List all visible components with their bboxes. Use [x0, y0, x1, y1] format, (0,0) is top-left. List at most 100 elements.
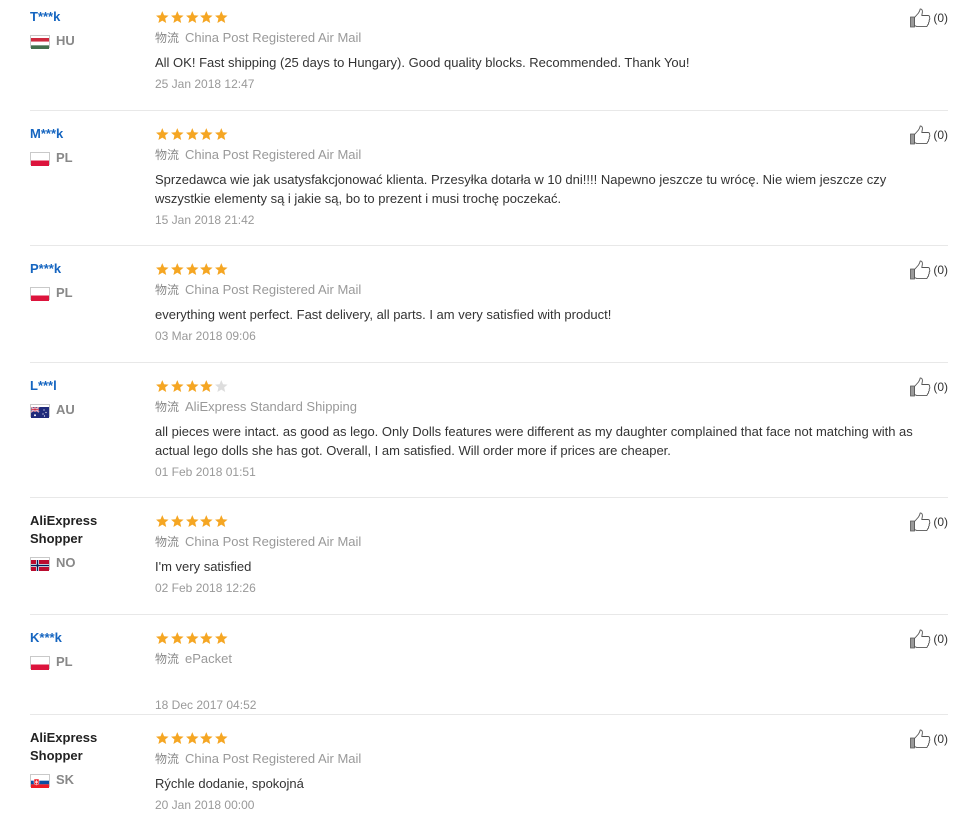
divider: [30, 614, 948, 615]
thumbs-up-icon: [909, 512, 931, 532]
star-filled-icon: [199, 514, 214, 529]
review-body: 物流 AliExpress Standard Shipping all piece…: [155, 377, 935, 481]
reviewer-info: AliExpress Shopper NO: [30, 512, 145, 571]
star-filled-icon: [185, 127, 200, 142]
star-rating: [155, 512, 935, 530]
star-filled-icon: [185, 514, 200, 529]
shipping-name: China Post Registered Air Mail: [185, 30, 362, 45]
review-body: 物流 China Post Registered Air Mail everyth…: [155, 260, 935, 345]
helpful-button[interactable]: (0): [909, 729, 948, 749]
star-filled-icon: [214, 10, 229, 25]
star-filled-icon: [214, 262, 229, 277]
shipping-label: 物流: [155, 652, 180, 666]
review-comment: all pieces were intact. as good as lego.…: [155, 424, 913, 458]
star-filled-icon: [199, 731, 214, 746]
review-date: 15 Jan 2018 21:42: [155, 213, 255, 227]
helpful-button[interactable]: (0): [909, 8, 948, 28]
review-item: P***k PL 物流 China Post Registered Air Mai…: [0, 260, 948, 363]
review-item: K***k PL 物流 ePacket 18 Dec 2017 04:52 (0): [0, 629, 948, 715]
helpful-count: (0): [933, 380, 948, 394]
review-date: 03 Mar 2018 09:06: [155, 329, 256, 343]
reviewer-info: P***k PL: [30, 260, 145, 301]
country-flag-icon: [30, 773, 50, 788]
country-code: PL: [56, 150, 73, 165]
divider: [30, 110, 948, 111]
country-code: PL: [56, 654, 73, 669]
helpful-button[interactable]: (0): [909, 125, 948, 145]
thumbs-up-icon: [909, 8, 931, 28]
reviewer-name[interactable]: P***k: [30, 260, 145, 278]
review-date: 01 Feb 2018 01:51: [155, 465, 256, 479]
reviewer-name: AliExpress Shopper: [30, 730, 98, 763]
star-filled-icon: [199, 127, 214, 142]
country-flag-icon: [30, 34, 50, 49]
shipping-label: 物流: [155, 752, 180, 766]
thumbs-up-icon: [909, 729, 931, 749]
star-filled-icon: [155, 514, 170, 529]
review-comment: [155, 674, 935, 693]
reviewer-info: L***l AU: [30, 377, 145, 418]
star-filled-icon: [214, 631, 229, 646]
shipping-label: 物流: [155, 400, 180, 414]
country-code: PL: [56, 285, 73, 300]
review-item: AliExpress Shopper NO 物流 China Post Regis…: [0, 512, 948, 615]
star-filled-icon: [170, 731, 185, 746]
helpful-button[interactable]: (0): [909, 629, 948, 649]
star-rating: [155, 8, 935, 26]
star-filled-icon: [155, 10, 170, 25]
review-body: 物流 China Post Registered Air Mail I'm ver…: [155, 512, 935, 597]
divider: [30, 497, 948, 498]
star-filled-icon: [155, 631, 170, 646]
star-filled-icon: [199, 262, 214, 277]
reviewer-info: T***k HU: [30, 8, 145, 49]
reviewer-country: PL: [30, 285, 145, 301]
star-filled-icon: [199, 10, 214, 25]
star-filled-icon: [170, 127, 185, 142]
review-body: 物流 China Post Registered Air Mail All OK!…: [155, 8, 935, 93]
star-rating: [155, 125, 935, 143]
review-item: M***k PL 物流 China Post Registered Air Mai…: [0, 125, 948, 246]
country-flag-icon: [30, 286, 50, 301]
star-filled-icon: [170, 262, 185, 277]
helpful-button[interactable]: (0): [909, 512, 948, 532]
star-rating: [155, 260, 935, 278]
helpful-count: (0): [933, 515, 948, 529]
reviewer-country: AU: [30, 402, 145, 418]
star-filled-icon: [199, 631, 214, 646]
star-filled-icon: [170, 10, 185, 25]
reviewer-name[interactable]: M***k: [30, 125, 145, 143]
shipping-label: 物流: [155, 535, 180, 549]
star-filled-icon: [170, 631, 185, 646]
helpful-count: (0): [933, 128, 948, 142]
reviewer-name[interactable]: K***k: [30, 629, 145, 647]
star-filled-icon: [170, 514, 185, 529]
divider: [30, 714, 948, 715]
helpful-count: (0): [933, 263, 948, 277]
star-rating: [155, 629, 935, 647]
review-comment: Rýchle dodanie, spokojná: [155, 776, 304, 791]
shipping-name: China Post Registered Air Mail: [185, 751, 362, 766]
country-code: HU: [56, 33, 75, 48]
shipping-method: 物流 China Post Registered Air Mail: [155, 533, 935, 551]
review-list: T***k HU 物流 China Post Registered Air Mai…: [0, 0, 978, 819]
helpful-button[interactable]: (0): [909, 377, 948, 397]
thumbs-up-icon: [909, 629, 931, 649]
review-date: 20 Jan 2018 00:00: [155, 798, 255, 812]
country-code: NO: [56, 555, 76, 570]
star-filled-icon: [214, 127, 229, 142]
reviewer-country: HU: [30, 33, 145, 49]
shipping-name: China Post Registered Air Mail: [185, 147, 362, 162]
thumbs-up-icon: [909, 260, 931, 280]
country-flag-icon: [30, 655, 50, 670]
divider: [30, 245, 948, 246]
helpful-count: (0): [933, 11, 948, 25]
star-filled-icon: [214, 514, 229, 529]
star-filled-icon: [214, 731, 229, 746]
reviewer-name[interactable]: T***k: [30, 8, 145, 26]
review-comment: Sprzedawca wie jak usatysfakcjonować kli…: [155, 172, 887, 206]
star-filled-icon: [185, 10, 200, 25]
helpful-button[interactable]: (0): [909, 260, 948, 280]
reviewer-name[interactable]: L***l: [30, 377, 145, 395]
country-code: AU: [56, 402, 75, 417]
reviewer-info: AliExpress Shopper SK: [30, 729, 145, 788]
